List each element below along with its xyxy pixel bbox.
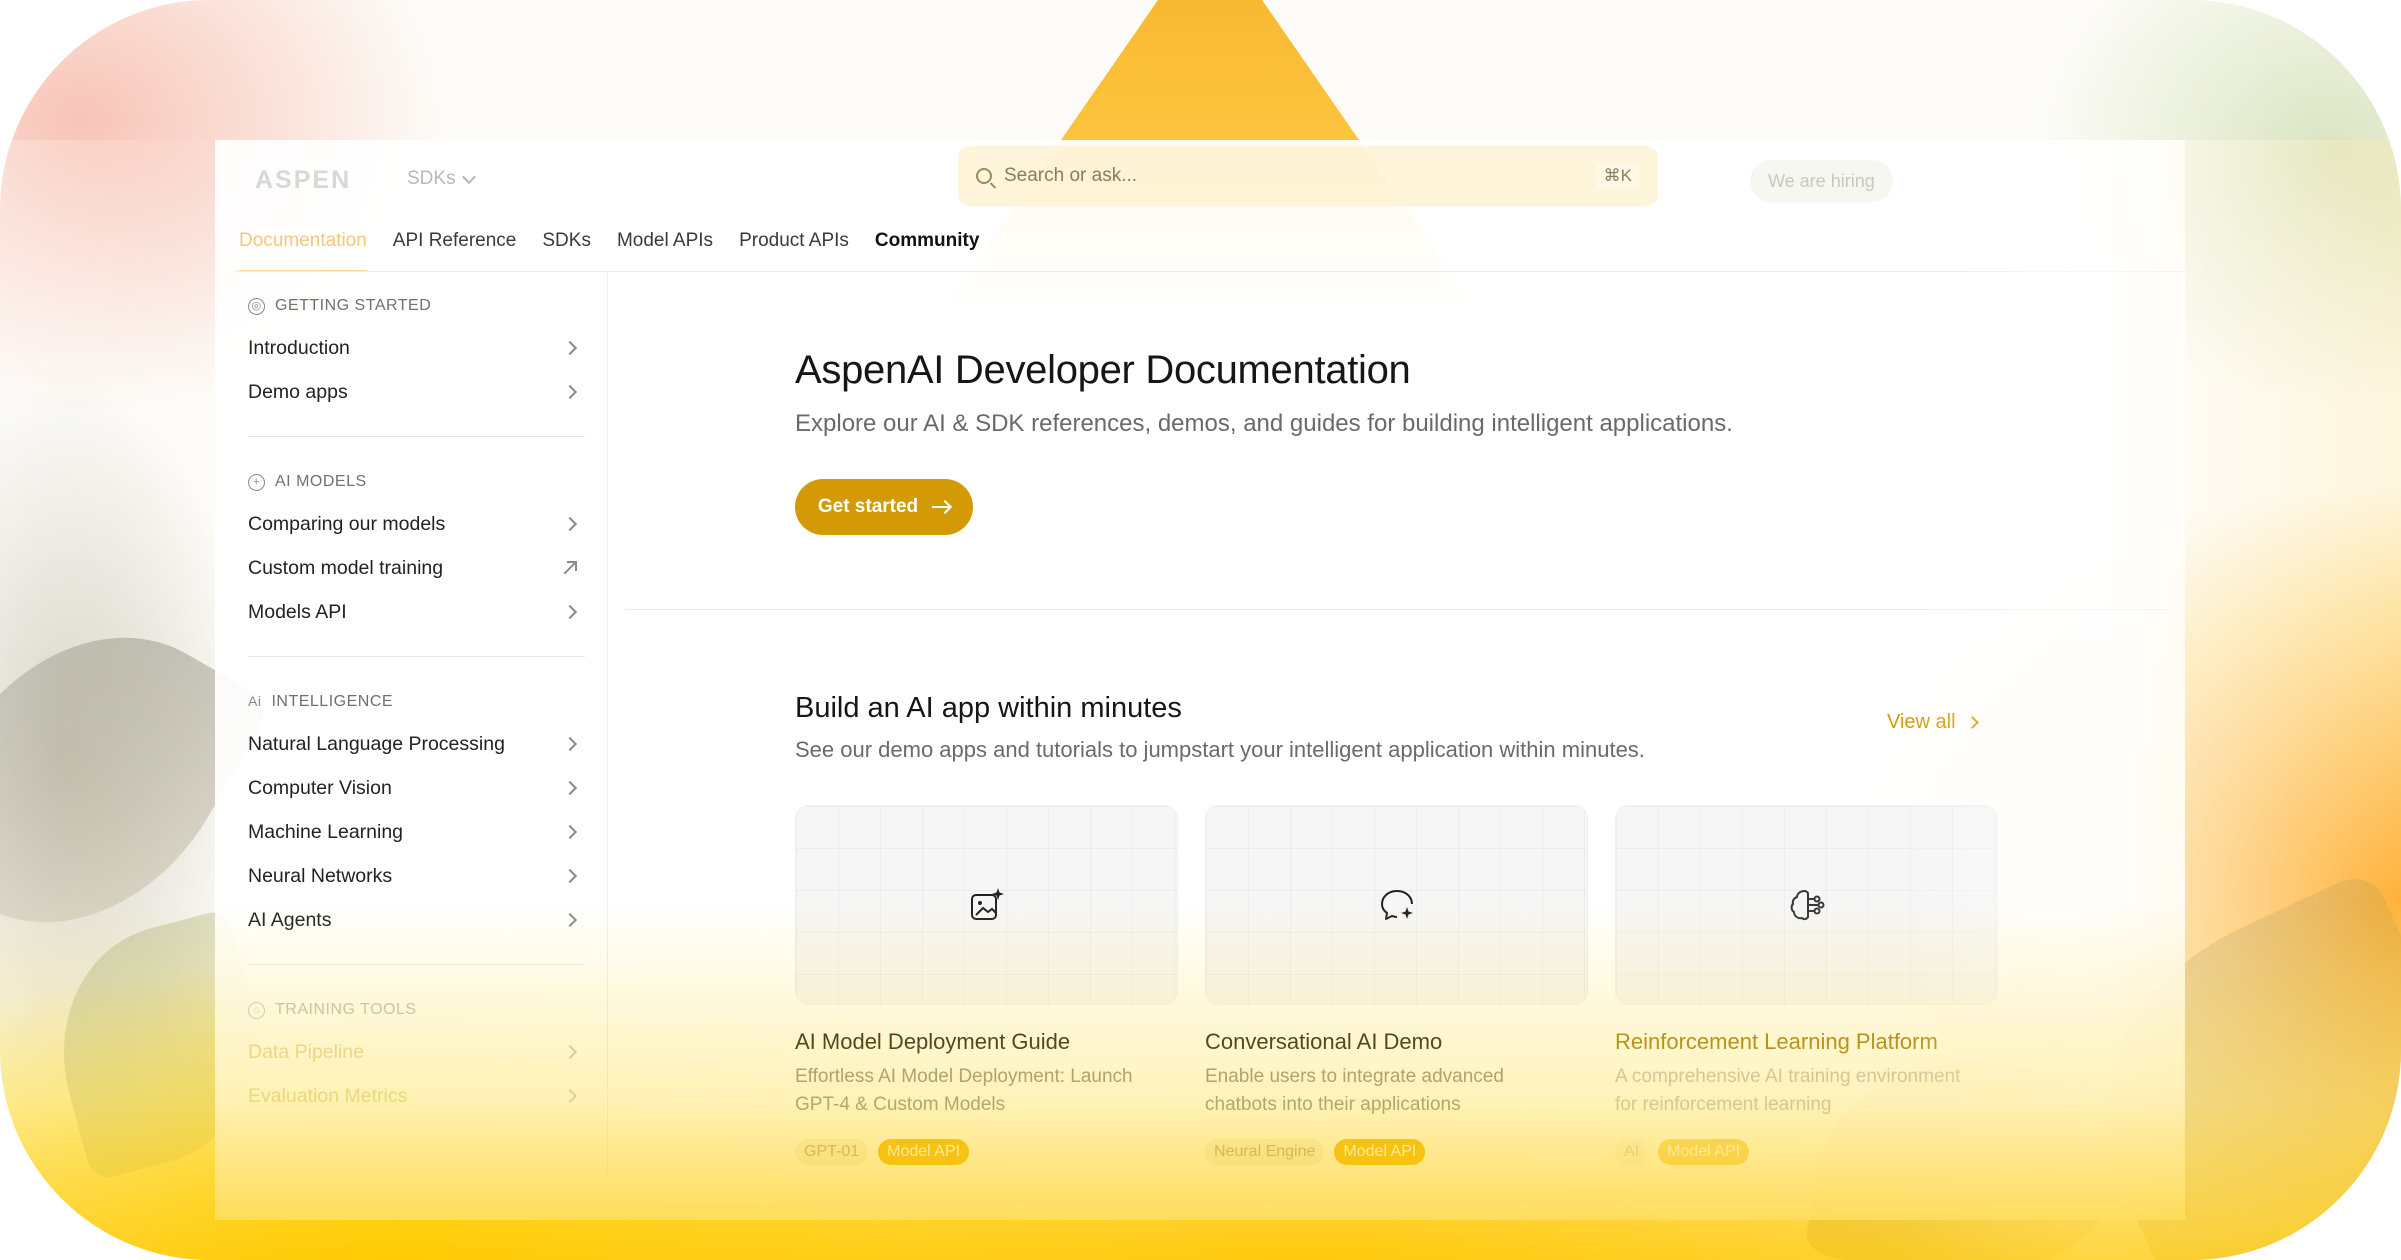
sidebar-item-nlp[interactable]: Natural Language Processing <box>248 722 585 766</box>
sidebar-section-ai-models: + AI MODELS Comparing our models Custom … <box>248 470 585 657</box>
chevron-right-icon <box>562 868 578 884</box>
card-tags: AI Model API <box>1615 1139 1998 1165</box>
brain-circuit-icon <box>1790 890 1824 921</box>
tab-model-apis[interactable]: Model APIs <box>617 230 713 272</box>
sidebar: ◎ GETTING STARTED Introduction Demo apps <box>215 272 608 1172</box>
tab-api-reference[interactable]: API Reference <box>393 230 517 272</box>
tag-model-api: Model API <box>1334 1139 1426 1165</box>
tab-community[interactable]: Community <box>875 230 980 272</box>
chevron-right-icon <box>562 780 578 796</box>
page-subtitle: Explore our AI & SDK references, demos, … <box>795 410 1733 437</box>
tab-sdks[interactable]: SDKs <box>542 230 591 272</box>
chevron-right-icon <box>562 340 578 356</box>
card-title: Conversational AI Demo <box>1205 1029 1443 1054</box>
demo-card[interactable]: Reinforcement Learning Platform A compre… <box>1615 805 1998 1165</box>
card-thumbnail <box>795 805 1178 1005</box>
nav-tabs: Documentation API Reference SDKs Model A… <box>239 230 979 272</box>
ai-text-icon: Ai <box>248 692 262 709</box>
card-title: AI Model Deployment Guide <box>795 1029 1071 1054</box>
tag: GPT-01 <box>795 1139 869 1165</box>
sidebar-item-introduction[interactable]: Introduction <box>248 326 585 370</box>
chevron-down-icon <box>461 169 476 184</box>
search-icon <box>976 168 992 184</box>
sidebar-section-intelligence: Ai INTELLIGENCE Natural Language Process… <box>248 690 585 965</box>
sidebar-item-neural-networks[interactable]: Neural Networks <box>248 854 585 898</box>
sdk-dropdown[interactable]: SDKs <box>407 168 476 190</box>
card-tags: Neural Engine Model API <box>1205 1139 1588 1165</box>
sidebar-item-computer-vision[interactable]: Computer Vision <box>248 766 585 810</box>
card-thumbnail <box>1205 805 1588 1005</box>
demo-card[interactable]: Conversational AI Demo Enable users to i… <box>1205 805 1588 1165</box>
card-thumbnail <box>1615 805 1998 1005</box>
plus-circle-icon: + <box>248 473 265 491</box>
tag-model-api: Model API <box>1658 1139 1750 1165</box>
external-link-icon <box>563 561 577 575</box>
section-title: GETTING STARTED <box>275 297 432 314</box>
toolbox-icon: ⌂ <box>248 1001 265 1019</box>
card-description: Enable users to integrate advanced chatb… <box>1205 1066 1504 1115</box>
chevron-right-icon <box>562 736 578 752</box>
card-tags: GPT-01 Model API <box>795 1139 1178 1165</box>
get-started-button[interactable]: Get started <box>795 479 973 535</box>
sdk-dropdown-label: SDKs <box>407 168 456 189</box>
compass-icon: ◎ <box>248 297 265 315</box>
sidebar-item-data-pipeline[interactable]: Data Pipeline <box>248 1030 585 1074</box>
tab-product-apis[interactable]: Product APIs <box>739 230 849 272</box>
search-bar[interactable]: ⌘K <box>958 146 1658 206</box>
chevron-right-icon <box>1965 716 1979 729</box>
view-all-link[interactable]: View all <box>1887 711 1979 734</box>
card-description: Effortless AI Model Deployment: Launch G… <box>795 1066 1133 1115</box>
docs-page: ASPEN SDKs ⌘K We are hiring Documentatio… <box>215 140 2185 1220</box>
sidebar-item-evaluation-metrics[interactable]: Evaluation Metrics <box>248 1074 585 1118</box>
sidebar-item-comparing-models[interactable]: Comparing our models <box>248 502 585 546</box>
section-title: INTELLIGENCE <box>271 693 394 710</box>
divider <box>248 656 585 657</box>
logo[interactable]: ASPEN <box>255 166 351 195</box>
arrow-right-icon <box>932 506 951 508</box>
sidebar-item-ai-agents[interactable]: AI Agents <box>248 898 585 942</box>
sidebar-item-models-api[interactable]: Models API <box>248 590 585 634</box>
sidebar-item-custom-model-training[interactable]: Custom model training <box>248 546 585 590</box>
tag-model-api: Model API <box>878 1139 970 1165</box>
tag: Neural Engine <box>1205 1139 1325 1165</box>
hiring-badge[interactable]: We are hiring <box>1750 160 1893 202</box>
demo-card[interactable]: AI Model Deployment Guide Effortless AI … <box>795 805 1178 1165</box>
sparkle-image-icon <box>970 888 1004 920</box>
sidebar-section-training-tools: ⌂ TRAINING TOOLS Data Pipeline Evaluatio… <box>248 998 585 1118</box>
chevron-right-icon <box>562 824 578 840</box>
chevron-right-icon <box>562 384 578 400</box>
page-title: AspenAI Developer Documentation <box>795 348 1411 392</box>
card-title: Reinforcement Learning Platform <box>1615 1029 1938 1054</box>
section-divider <box>625 609 2170 610</box>
chat-sparkle-icon <box>1380 890 1413 920</box>
tag: AI <box>1615 1139 1649 1165</box>
background-frame: ASPEN SDKs ⌘K We are hiring Documentatio… <box>0 0 2401 1260</box>
chevron-right-icon <box>562 912 578 928</box>
divider <box>248 964 585 965</box>
card-description: A comprehensive AI training environment … <box>1615 1066 1961 1115</box>
section-title: TRAINING TOOLS <box>275 1001 417 1018</box>
chevron-right-icon <box>562 1044 578 1060</box>
search-shortcut: ⌘K <box>1595 163 1640 189</box>
sidebar-item-demo-apps[interactable]: Demo apps <box>248 370 585 414</box>
sidebar-item-machine-learning[interactable]: Machine Learning <box>248 810 585 854</box>
section-title: AI MODELS <box>275 473 367 490</box>
divider <box>248 436 585 437</box>
chevron-right-icon <box>562 604 578 620</box>
section-subtitle-demos: See our demo apps and tutorials to jumps… <box>795 737 1645 762</box>
section-title-demos: Build an AI app within minutes <box>795 692 1182 724</box>
sidebar-section-getting-started: ◎ GETTING STARTED Introduction Demo apps <box>248 294 585 437</box>
chevron-right-icon <box>562 1088 578 1104</box>
top-bar: ASPEN SDKs ⌘K We are hiring <box>215 140 2185 230</box>
tab-documentation[interactable]: Documentation <box>239 230 367 272</box>
search-input[interactable] <box>1004 165 1584 187</box>
chevron-right-icon <box>562 516 578 532</box>
